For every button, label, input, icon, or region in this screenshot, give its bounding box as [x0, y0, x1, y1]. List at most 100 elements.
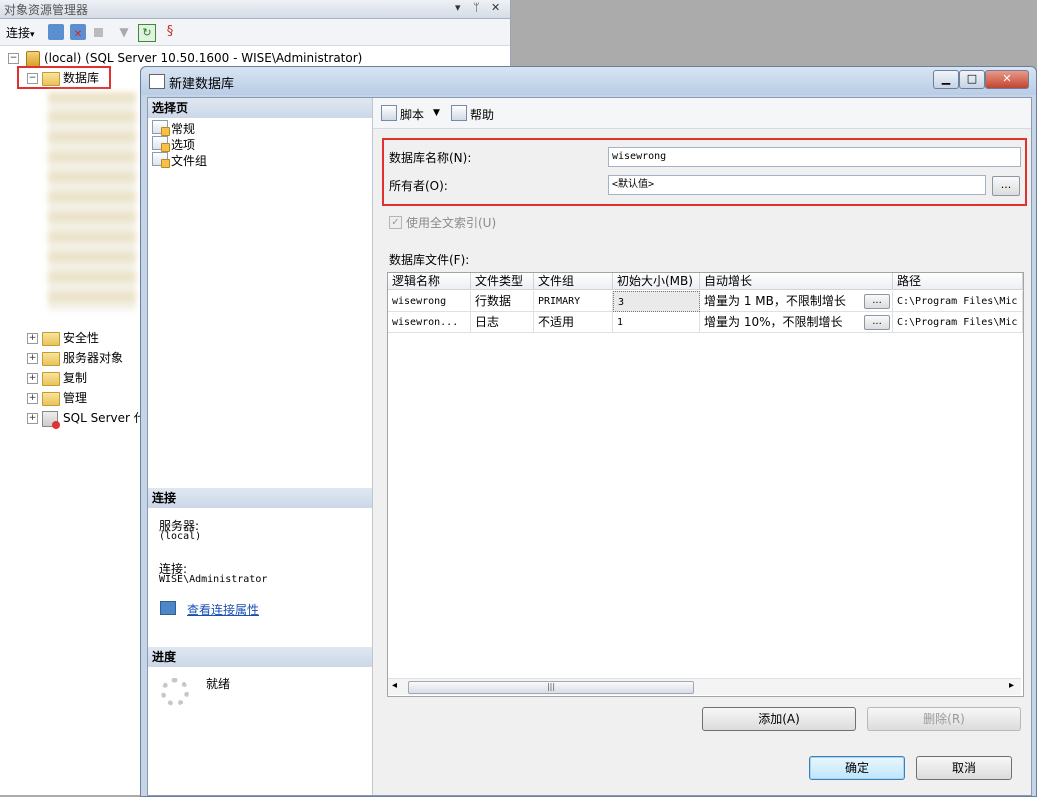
folder-icon: [42, 372, 60, 386]
db-name-label: 数据库名称(N):: [389, 151, 472, 165]
cell-initial-size[interactable]: 1: [613, 312, 700, 333]
column-header[interactable]: 文件组: [534, 273, 613, 290]
cell-path[interactable]: C:\Program Files\Mic: [893, 312, 1023, 333]
dialog-body: 选择页 常规 选项 文件组 连接 服务器: (local) 连接: WISE\A…: [147, 97, 1032, 796]
connect-button[interactable]: 连接▾: [6, 24, 35, 41]
cell-filegroup[interactable]: PRIMARY: [534, 291, 613, 312]
maximize-button[interactable]: □: [959, 70, 985, 89]
cancel-button[interactable]: 取消: [916, 756, 1012, 780]
db-name-input[interactable]: wisewrong: [608, 147, 1021, 167]
refresh-icon[interactable]: ↻: [138, 24, 156, 42]
object-explorer-toolbar: 连接▾ ✕ ▼ ↻ §: [0, 19, 510, 46]
page-icon: [152, 120, 170, 136]
close-button[interactable]: ✕: [985, 70, 1029, 89]
column-header[interactable]: 路径: [893, 273, 1023, 290]
fulltext-checkbox[interactable]: ✓: [389, 216, 402, 229]
cell-initial-size[interactable]: 3: [613, 291, 700, 312]
dialog-title: 新建数据库: [169, 77, 235, 92]
ok-button[interactable]: 确定: [809, 756, 905, 780]
column-header[interactable]: 逻辑名称: [388, 273, 471, 290]
folder-icon: [42, 352, 60, 366]
page-item-filegroups[interactable]: 文件组: [152, 152, 207, 168]
cell-logical-name[interactable]: wisewrong: [388, 291, 471, 312]
left-pane: 选择页 常规 选项 文件组 连接 服务器: (local) 连接: WISE\A…: [148, 98, 373, 795]
column-header[interactable]: 文件类型: [471, 273, 534, 290]
expander-expand-icon[interactable]: +: [27, 413, 38, 424]
script-icon: [381, 105, 397, 121]
db-files-label: 数据库文件(F):: [389, 253, 470, 267]
help-button[interactable]: 帮助: [451, 105, 494, 122]
expander-collapse-icon[interactable]: −: [27, 73, 38, 84]
script-dropdown-icon[interactable]: ▼: [433, 105, 440, 121]
tree-item-security[interactable]: 安全性: [63, 329, 99, 347]
scroll-right-icon[interactable]: ▸: [1009, 680, 1014, 691]
connection-header: 连接: [148, 488, 372, 508]
activity-monitor-icon[interactable]: §: [162, 24, 178, 40]
server-icon: [26, 51, 40, 67]
minimize-button[interactable]: ▁: [933, 70, 959, 89]
progress-status: 就绪: [206, 677, 231, 691]
tree-item-sql-agent[interactable]: SQL Server 代: [63, 409, 146, 427]
cell-autogrowth[interactable]: 增量为 1 MB，不限制增长...: [700, 291, 893, 312]
script-button[interactable]: 脚本: [381, 105, 424, 122]
folder-icon: [42, 72, 60, 86]
scrollbar-thumb[interactable]: |||: [408, 681, 694, 694]
cell-path[interactable]: C:\Program Files\Mic: [893, 291, 1023, 312]
tree-item-management[interactable]: 管理: [63, 389, 87, 407]
window-icon: [149, 74, 165, 89]
page-item-options[interactable]: 选项: [152, 136, 195, 152]
dialog-toolbar: 脚本 ▼ 帮助: [373, 98, 1031, 129]
autogrowth-browse-button[interactable]: ...: [864, 315, 890, 330]
autogrowth-browse-button[interactable]: ...: [864, 294, 890, 309]
horizontal-scrollbar[interactable]: ◂ ||| ▸: [388, 678, 1021, 695]
view-connection-properties-link[interactable]: 查看连接属性: [187, 601, 259, 618]
page-icon: [152, 152, 170, 168]
progress-header: 进度: [148, 647, 372, 667]
cell-file-type[interactable]: 行数据: [471, 291, 534, 312]
cell-autogrowth[interactable]: 增量为 10%，不限制增长...: [700, 312, 893, 333]
expander-expand-icon[interactable]: +: [27, 393, 38, 404]
owner-input[interactable]: <默认值>: [608, 175, 986, 195]
tree-item-replication[interactable]: 复制: [63, 369, 87, 387]
tree-item-databases[interactable]: 数据库: [63, 69, 99, 87]
dialog-titlebar: 新建数据库 ▁ □ ✕: [141, 67, 1036, 95]
blurred-content: [48, 92, 136, 310]
connection-properties-icon: [160, 601, 176, 615]
connection-value: WISE\Administrator: [159, 574, 268, 585]
fulltext-label: 使用全文索引(U): [406, 216, 497, 230]
pin-icon[interactable]: ᛘ: [473, 1, 480, 14]
column-header[interactable]: 自动增长: [700, 273, 893, 290]
expander-expand-icon[interactable]: +: [27, 373, 38, 384]
remove-button[interactable]: 删除(R): [867, 707, 1021, 731]
scroll-left-icon[interactable]: ◂: [392, 680, 397, 691]
new-database-dialog: 新建数据库 ▁ □ ✕ 选择页 常规 选项 文件组 连接 服务器: (local…: [140, 66, 1037, 797]
filter-icon[interactable]: ▼: [116, 24, 132, 40]
progress-spinner-icon: [161, 678, 189, 706]
stop-icon[interactable]: [94, 28, 103, 37]
help-icon: [451, 105, 467, 121]
owner-browse-button[interactable]: ...: [992, 176, 1020, 196]
cell-filegroup[interactable]: 不适用: [534, 312, 613, 333]
expander-collapse-icon[interactable]: −: [8, 53, 19, 64]
select-page-header: 选择页: [148, 98, 372, 118]
add-button[interactable]: 添加(A): [702, 707, 856, 731]
server-value: (local): [159, 531, 202, 542]
sql-agent-icon: [42, 411, 60, 429]
disconnect-icon[interactable]: ✕: [70, 24, 86, 40]
object-explorer-title: 对象资源管理器: [4, 3, 89, 17]
connect-server-icon[interactable]: [48, 24, 64, 40]
cell-file-type[interactable]: 日志: [471, 312, 534, 333]
tree-item-server[interactable]: (local) (SQL Server 10.50.1600 - WISE\Ad…: [44, 49, 362, 67]
cell-logical-name[interactable]: wisewron...: [388, 312, 471, 333]
expander-expand-icon[interactable]: +: [27, 333, 38, 344]
column-header[interactable]: 初始大小(MB): [613, 273, 700, 290]
owner-label: 所有者(O):: [389, 179, 448, 193]
tree-item-server-objects[interactable]: 服务器对象: [63, 349, 123, 367]
folder-icon: [42, 332, 60, 346]
page-item-general[interactable]: 常规: [152, 120, 195, 136]
db-files-grid: 逻辑名称 文件类型 文件组 初始大小(MB) 自动增长 路径 wisewrong…: [387, 272, 1024, 697]
page-icon: [152, 136, 170, 152]
dropdown-icon[interactable]: ▾: [455, 1, 461, 14]
close-icon[interactable]: ✕: [491, 1, 500, 14]
expander-expand-icon[interactable]: +: [27, 353, 38, 364]
